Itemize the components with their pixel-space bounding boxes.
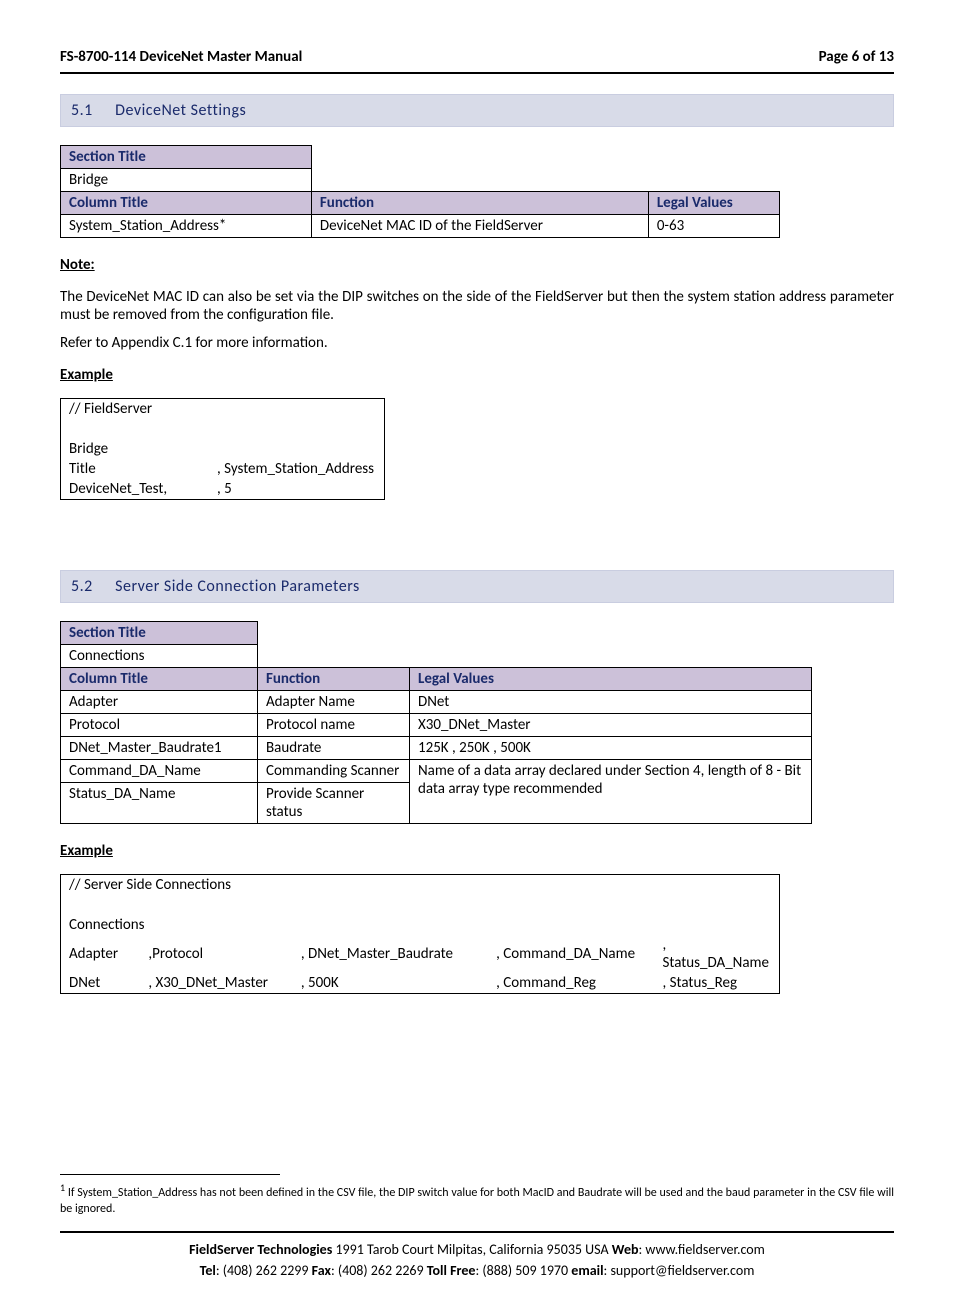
th-column-title: Column Title (61, 668, 258, 691)
ex-line: Bridge (61, 439, 385, 459)
page-footer: FieldServer Technologies 1991 Tarob Cour… (60, 1239, 894, 1281)
ex-line: // Server Side Connections (61, 875, 780, 896)
footer-t: : (408) 262 2299 (216, 1262, 312, 1279)
th-function: Function (311, 192, 648, 215)
td: Protocol name (258, 714, 410, 737)
footer-b: Web (612, 1241, 639, 1258)
footnote-rule (60, 1174, 280, 1175)
section-title: Server Side Connection Parameters (115, 577, 360, 596)
td: 0-63 (648, 215, 779, 238)
th-section-title: Section Title (61, 146, 312, 169)
footer-t: : www.fieldserver.com (639, 1241, 765, 1258)
footer-b: email (571, 1262, 603, 1279)
ex-cell: , Status_Reg (655, 973, 780, 994)
td: Protocol (61, 714, 258, 737)
section-heading-5-2: 5.2 Server Side Connection Parameters (60, 570, 894, 603)
td: Name of a data array declared under Sect… (410, 760, 812, 824)
table-5-1: Section Title Bridge Column Title Functi… (60, 145, 780, 238)
td: Provide Scanner status (258, 783, 410, 824)
footer-rule (60, 1231, 894, 1233)
ex-cell: , 5 (209, 479, 385, 500)
ex-line: Connections (61, 915, 780, 935)
ex-line: // FieldServer (61, 399, 385, 420)
ex-blank (61, 419, 385, 439)
td: Adapter Name (258, 691, 410, 714)
section-number: 5.1 (71, 101, 111, 120)
footnote-text: If System_Station_Address has not been d… (60, 1186, 894, 1216)
note-label: Note: (60, 256, 894, 274)
footer-t: : (888) 509 1970 (475, 1262, 571, 1279)
ex-cell: DeviceNet_Test, (61, 479, 210, 500)
page-header: FS-8700-114 DeviceNet Master Manual Page… (60, 48, 894, 74)
note-paragraph-1: The DeviceNet MAC ID can also be set via… (60, 288, 894, 324)
example-label: Example (60, 366, 894, 384)
td: DeviceNet MAC ID of the FieldServer (311, 215, 648, 238)
ex-cell: , 500K (293, 973, 488, 994)
th-column-title: Column Title (61, 192, 312, 215)
ex-cell: , Status_DA_Name (655, 935, 780, 973)
th-legal-values: Legal Values (648, 192, 779, 215)
table-5-2: Section Title Connections Column Title F… (60, 621, 812, 824)
ex-cell: , DNet_Master_Baudrate (293, 935, 488, 973)
td: System_Station_Address* (61, 215, 312, 238)
example-5-1: // FieldServer Bridge Title , System_Sta… (60, 398, 385, 500)
example-5-2: // Server Side Connections Connections A… (60, 874, 780, 994)
ex-cell: Title (61, 459, 210, 479)
ex-blank (61, 895, 780, 915)
ex-cell: , Command_Reg (488, 973, 654, 994)
blank-cell (311, 169, 779, 192)
section-number: 5.2 (71, 577, 111, 596)
footer-t: 1991 Tarob Court Milpitas, California 95… (332, 1241, 611, 1258)
td: X30_DNet_Master (410, 714, 812, 737)
td: Connections (61, 645, 258, 668)
ex-cell: ,Protocol (140, 935, 293, 973)
section-title: DeviceNet Settings (115, 101, 246, 120)
footer-b: Fax (312, 1262, 331, 1279)
example-label: Example (60, 842, 894, 860)
th-section-title: Section Title (61, 622, 258, 645)
ex-cell: Adapter (61, 935, 141, 973)
td: DNet (410, 691, 812, 714)
footer-b: FieldServer Technologies (189, 1241, 332, 1258)
footer-b: Toll Free (427, 1262, 476, 1279)
footnote: 1 If System_Station_Address has not been… (60, 1181, 894, 1217)
ex-cell: , System_Station_Address (209, 459, 385, 479)
th-function: Function (258, 668, 410, 691)
footer-b: Tel (200, 1262, 216, 1279)
td: Command_DA_Name (61, 760, 258, 783)
td: Commanding Scanner (258, 760, 410, 783)
header-right: Page 6 of 13 (819, 48, 894, 66)
ex-cell: , Command_DA_Name (488, 935, 654, 973)
td: Adapter (61, 691, 258, 714)
ex-cell: , X30_DNet_Master (140, 973, 293, 994)
note-paragraph-2: Refer to Appendix C.1 for more informati… (60, 334, 894, 352)
blank-cell (258, 645, 812, 668)
td: Status_DA_Name (61, 783, 258, 824)
td: 125K , 250K , 500K (410, 737, 812, 760)
ex-cell: DNet (61, 973, 141, 994)
th-legal-values: Legal Values (410, 668, 812, 691)
blank-cell (311, 146, 779, 169)
td: DNet_Master_Baudrate1 (61, 737, 258, 760)
blank-cell (258, 622, 812, 645)
footer-t: : (408) 262 2269 (331, 1262, 427, 1279)
header-left: FS-8700-114 DeviceNet Master Manual (60, 48, 302, 66)
td: Bridge (61, 169, 312, 192)
section-heading-5-1: 5.1 DeviceNet Settings (60, 94, 894, 127)
td: Baudrate (258, 737, 410, 760)
footer-t: : support@fieldserver.com (604, 1262, 755, 1279)
